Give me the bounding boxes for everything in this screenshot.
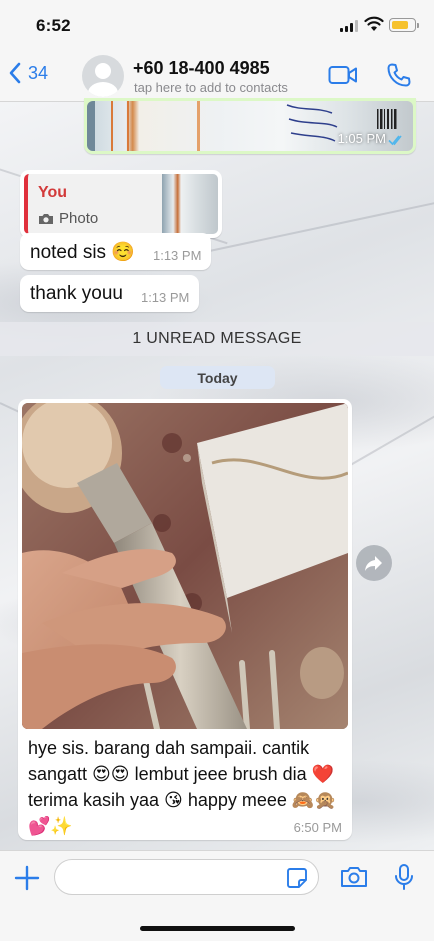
camera-icon[interactable]: [340, 865, 368, 889]
default-avatar-icon: [88, 63, 118, 97]
quoted-type: Photo: [38, 210, 98, 227]
makeup-brush-photo-graphic: [22, 403, 348, 729]
outgoing-photo-message[interactable]: 1:05 PM: [84, 98, 416, 154]
message-time: 1:13 PM: [140, 290, 190, 305]
message-text: noted sis ☺️: [30, 241, 135, 263]
video-call-icon[interactable]: [328, 64, 358, 86]
message-time: 6:50 PM: [293, 820, 342, 835]
forward-button[interactable]: [356, 545, 392, 581]
message-text: thank youu: [30, 282, 123, 304]
message-bubble[interactable]: noted sis ☺️ 1:13 PM: [20, 233, 212, 270]
battery-icon: [389, 18, 419, 32]
received-photo[interactable]: [22, 403, 348, 729]
status-bar: 6:52: [0, 0, 434, 50]
status-time: 6:52: [36, 16, 71, 35]
quoted-type-label: Photo: [59, 210, 99, 227]
unread-chats-count: 34: [28, 62, 49, 83]
phone-call-icon[interactable]: [386, 62, 412, 88]
back-button[interactable]: 34: [8, 62, 48, 84]
chat-header: 34 +60 18-400 4985 tap here to add to co…: [0, 50, 434, 102]
message-input[interactable]: [54, 859, 319, 895]
microphone-icon[interactable]: [394, 863, 414, 891]
chevron-left-icon: [9, 62, 21, 84]
cellular-signal-icon: [340, 20, 360, 32]
contact-subtitle[interactable]: tap here to add to contacts: [134, 80, 288, 95]
quoted-message[interactable]: You Photo: [24, 174, 218, 234]
wifi-icon: [364, 16, 384, 31]
sticker-icon[interactable]: [286, 867, 308, 889]
quoted-photo-thumbnail: [162, 174, 218, 234]
message-time: 1:05 PM: [337, 131, 386, 146]
unread-messages-banner: 1 UNREAD MESSAGE: [0, 322, 434, 356]
quoted-reply-message[interactable]: You Photo: [20, 170, 222, 238]
date-separator: Today: [160, 366, 275, 389]
message-time: 1:13 PM: [152, 248, 202, 263]
camera-icon: [39, 213, 53, 224]
home-indicator: [140, 926, 295, 931]
forward-arrow-icon: [365, 556, 382, 571]
avatar[interactable]: [82, 55, 124, 97]
contact-name[interactable]: +60 18-400 4985: [133, 58, 270, 79]
read-receipt-icon: [388, 135, 402, 146]
plus-icon[interactable]: [14, 865, 40, 891]
message-bubble[interactable]: thank youu 1:13 PM: [20, 275, 200, 312]
quoted-author: You: [38, 184, 68, 201]
incoming-photo-message[interactable]: hye sis. barang dah sampaii. cantik sang…: [18, 399, 352, 840]
